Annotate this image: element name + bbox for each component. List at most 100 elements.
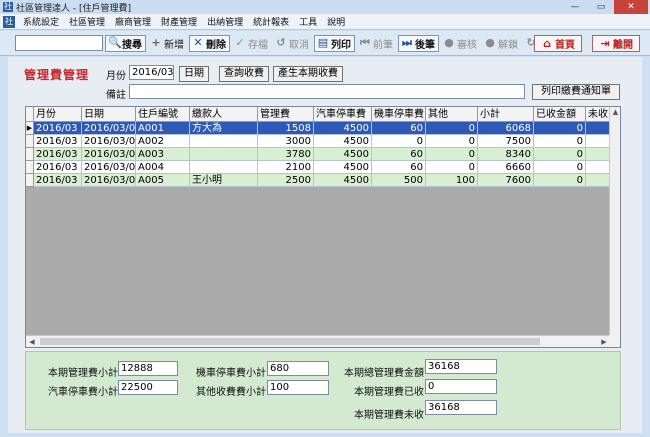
table-row[interactable]: 2016/03 2016/03/01 A002 3000 4500 0 0 7500 0 — [26, 135, 610, 148]
car-subtotal-field[interactable]: 22500 — [118, 380, 178, 395]
cell-moto-parking[interactable]: 60 — [372, 161, 426, 174]
cancel-button[interactable]: ↺ 取消 — [273, 35, 312, 52]
column-header-month[interactable]: 月份 — [34, 107, 82, 122]
print-notice-button[interactable]: 列印繳費通知單 — [532, 84, 620, 100]
delete-button[interactable]: ✕ 刪除 — [189, 34, 230, 52]
cell-date[interactable]: 2016/03/01 — [82, 135, 136, 148]
menu-tools[interactable]: 工具 — [294, 15, 322, 28]
cell-other[interactable]: 100 — [426, 174, 478, 187]
cell-car-parking[interactable]: 4500 — [314, 122, 372, 135]
cell-resident-id[interactable]: A001 — [136, 122, 190, 135]
cell-moto-parking[interactable]: 60 — [372, 122, 426, 135]
cell-car-parking[interactable]: 4500 — [314, 148, 372, 161]
table-row[interactable]: ▶ 2016/03 2016/03/01 A001 方大為 1508 4500 60 0 6068… — [26, 122, 610, 135]
row-header[interactable] — [26, 148, 34, 161]
cell-resident-id[interactable]: A003 — [136, 148, 190, 161]
cell-month[interactable]: 2016/03 — [34, 174, 82, 187]
cell-unreceived[interactable] — [586, 135, 610, 148]
remark-field[interactable] — [129, 84, 525, 99]
exit-button[interactable]: ⇥ 離開 — [592, 35, 640, 52]
menu-vendor[interactable]: 廠商管理 — [110, 15, 156, 28]
month-field[interactable]: 2016/03 — [129, 65, 174, 80]
close-button[interactable]: ✕ — [614, 0, 648, 14]
cell-received[interactable]: 0 — [534, 135, 586, 148]
row-pointer-icon[interactable]: ▶ — [26, 122, 34, 135]
row-header[interactable] — [26, 135, 34, 148]
cell-car-parking[interactable]: 4500 — [314, 135, 372, 148]
menu-community[interactable]: 社區管理 — [64, 15, 110, 28]
row-header[interactable] — [26, 161, 34, 174]
cell-resident-id[interactable]: A004 — [136, 161, 190, 174]
cell-month[interactable]: 2016/03 — [34, 148, 82, 161]
cell-other[interactable]: 0 — [426, 161, 478, 174]
fee-grid[interactable]: 月份 日期 住戶編號 繳款人 管理費 汽車停車費 機車停車費 其他 小計 已收金額 未收 ▶ 2016… — [25, 106, 621, 348]
cell-mgmt-fee[interactable]: 1508 — [258, 122, 314, 135]
cell-received[interactable]: 0 — [534, 122, 586, 135]
search-input[interactable] — [15, 35, 103, 51]
column-header-received[interactable]: 已收金額 — [534, 107, 586, 122]
cell-payer[interactable] — [190, 148, 258, 161]
cell-received[interactable]: 0 — [534, 148, 586, 161]
menu-cashier[interactable]: 出納管理 — [202, 15, 248, 28]
date-button[interactable]: 日期 — [179, 66, 209, 82]
mgmt-subtotal-field[interactable]: 12888 — [118, 361, 178, 376]
audit-button[interactable]: ● 審核 — [441, 35, 480, 52]
prev-record-button[interactable]: ⏮ 前筆 — [357, 35, 396, 52]
cell-moto-parking[interactable]: 0 — [372, 135, 426, 148]
cell-unreceived[interactable] — [586, 122, 610, 135]
column-header-payer[interactable]: 繳款人 — [190, 107, 258, 122]
table-row[interactable]: 2016/03 2016/03/01 A004 2100 4500 60 0 6660 0 — [26, 161, 610, 174]
column-header-subtotal[interactable]: 小計 — [478, 107, 534, 122]
column-header-car-parking[interactable]: 汽車停車費 — [314, 107, 372, 122]
system-menu-icon[interactable]: 社 — [3, 15, 15, 28]
cell-mgmt-fee[interactable]: 3780 — [258, 148, 314, 161]
cell-other[interactable]: 0 — [426, 135, 478, 148]
cell-unreceived[interactable] — [586, 148, 610, 161]
scroll-up-icon[interactable]: ▲ — [610, 107, 620, 118]
cell-other[interactable]: 0 — [426, 148, 478, 161]
cell-month[interactable]: 2016/03 — [34, 122, 82, 135]
horizontal-scrollbar[interactable]: ◀ ▶ — [26, 335, 610, 347]
menu-system-settings[interactable]: 系統設定 — [18, 15, 64, 28]
table-row[interactable]: 2016/03 2016/03/01 A005 王小明 2500 4500 500 100 76… — [26, 174, 610, 187]
print-button[interactable]: ▤ 列印 — [314, 34, 355, 52]
cell-received[interactable]: 0 — [534, 174, 586, 187]
cell-month[interactable]: 2016/03 — [34, 135, 82, 148]
unreceived-field[interactable]: 36168 — [425, 400, 497, 415]
scroll-thumb[interactable] — [40, 338, 540, 345]
cell-resident-id[interactable]: A005 — [136, 174, 190, 187]
cell-payer[interactable] — [190, 161, 258, 174]
menu-help[interactable]: 說明 — [322, 15, 350, 28]
column-header-resident-id[interactable]: 住戶編號 — [136, 107, 190, 122]
cell-date[interactable]: 2016/03/01 — [82, 148, 136, 161]
other-subtotal-field[interactable]: 100 — [267, 380, 329, 395]
column-header-moto-parking[interactable]: 機車停車費 — [372, 107, 426, 122]
next-record-button[interactable]: ⏭ 後筆 — [398, 34, 439, 52]
cell-subtotal[interactable]: 6068 — [478, 122, 534, 135]
cell-payer[interactable]: 方大為 — [190, 122, 258, 135]
generate-fees-button[interactable]: 產生本期收費 — [273, 66, 343, 82]
cell-unreceived[interactable] — [586, 161, 610, 174]
scroll-left-icon[interactable]: ◀ — [26, 336, 38, 347]
save-button[interactable]: ✓ 存檔 — [232, 35, 271, 52]
cell-subtotal[interactable]: 7500 — [478, 135, 534, 148]
add-button[interactable]: + 新增 — [148, 35, 187, 52]
cell-payer[interactable] — [190, 135, 258, 148]
column-header-mgmt-fee[interactable]: 管理費 — [258, 107, 314, 122]
maximize-button[interactable]: ▭ — [588, 0, 614, 14]
cell-received[interactable]: 0 — [534, 161, 586, 174]
column-header-other[interactable]: 其他 — [426, 107, 478, 122]
cell-subtotal[interactable]: 8340 — [478, 148, 534, 161]
received-field[interactable]: 0 — [425, 379, 497, 394]
home-button[interactable]: ⌂ 首頁 — [534, 35, 582, 52]
cell-moto-parking[interactable]: 60 — [372, 148, 426, 161]
cell-moto-parking[interactable]: 500 — [372, 174, 426, 187]
cell-month[interactable]: 2016/03 — [34, 161, 82, 174]
moto-subtotal-field[interactable]: 680 — [267, 361, 329, 376]
cell-car-parking[interactable]: 4500 — [314, 174, 372, 187]
cell-payer[interactable]: 王小明 — [190, 174, 258, 187]
menu-property[interactable]: 財產管理 — [156, 15, 202, 28]
cell-other[interactable]: 0 — [426, 122, 478, 135]
cell-date[interactable]: 2016/03/01 — [82, 161, 136, 174]
cell-mgmt-fee[interactable]: 2100 — [258, 161, 314, 174]
